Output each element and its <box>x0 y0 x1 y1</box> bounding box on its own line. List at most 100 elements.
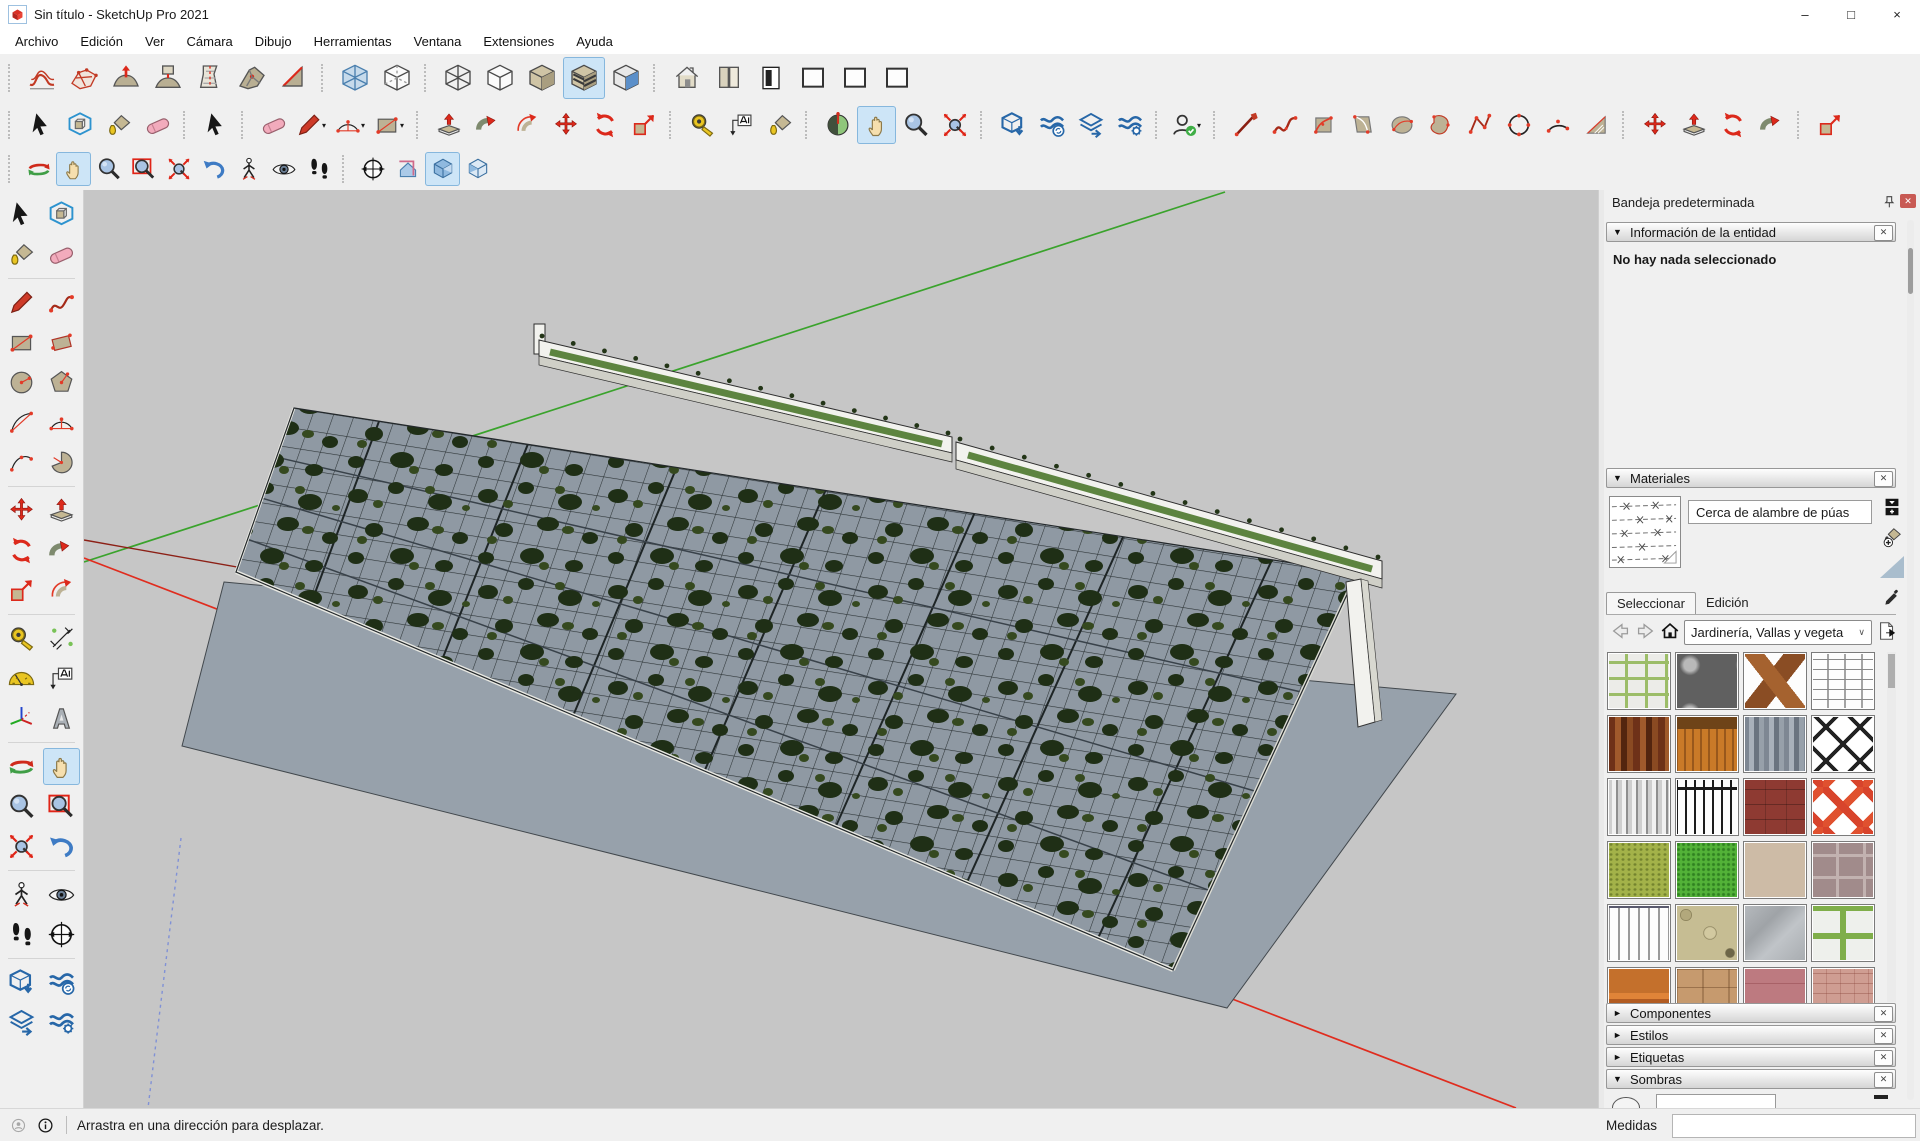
material-swatch-stone-blocks[interactable] <box>1675 652 1739 710</box>
tool-follow-me[interactable] <box>468 106 507 144</box>
material-swatch-wood-fence-lattice[interactable] <box>1675 715 1739 773</box>
material-swatch-wood-fence-dark[interactable] <box>1607 715 1671 773</box>
tool-wireframe-style[interactable] <box>437 57 479 99</box>
expand-triangle-icon[interactable]: ▼ <box>1613 227 1623 237</box>
toolbar-grip[interactable] <box>8 155 17 183</box>
material-swatch-wood-weathered[interactable] <box>1743 715 1807 773</box>
toolbar-grip[interactable] <box>1155 111 1164 139</box>
tool-pan[interactable] <box>56 152 91 186</box>
tool-walk[interactable] <box>301 152 336 186</box>
tab-seleccionar[interactable]: Seleccionar <box>1606 592 1696 614</box>
toolbar-grip[interactable] <box>424 64 433 92</box>
material-swatch-gravel[interactable] <box>1743 841 1807 899</box>
toolbar-grip[interactable] <box>653 64 662 92</box>
tool-look-around[interactable] <box>266 152 301 186</box>
tool-sync-settings[interactable] <box>43 1004 80 1041</box>
tool-orbit[interactable] <box>3 748 40 785</box>
maximize-button[interactable]: □ <box>1828 0 1874 28</box>
tool-terrain-from-contours[interactable] <box>21 57 63 99</box>
tool-zoom-extents[interactable] <box>3 828 40 865</box>
tool-back-view[interactable] <box>834 57 876 99</box>
close-section-icon[interactable]: ✕ <box>1874 1050 1893 1066</box>
dropdown-arrow-icon[interactable]: ▾ <box>1197 121 1205 130</box>
material-swatch-stone-mosaic[interactable] <box>1675 904 1739 962</box>
toolbar-grip[interactable] <box>416 111 425 139</box>
tool-ortho-cube-view[interactable] <box>460 152 495 186</box>
tool-text[interactable] <box>721 106 760 144</box>
tool-tape-measure[interactable] <box>682 106 721 144</box>
tool-zoom-extents[interactable] <box>935 106 974 144</box>
tool-orbit[interactable] <box>21 152 56 186</box>
nav-back-icon[interactable] <box>1610 620 1632 642</box>
expand-triangle-icon[interactable]: ► <box>1613 1052 1623 1062</box>
tool-position-camera[interactable] <box>3 876 40 913</box>
tool-axes-compass[interactable] <box>43 916 80 953</box>
material-swatch-pavers-mauve[interactable] <box>1811 841 1875 899</box>
tool-xray-style[interactable] <box>334 57 376 99</box>
tool-axes[interactable] <box>3 700 40 737</box>
close-section-icon[interactable]: ✕ <box>1874 225 1893 241</box>
section-header-tags[interactable]: ► Etiquetas ✕ <box>1606 1047 1896 1067</box>
material-swatch-brick-pink[interactable] <box>1811 967 1875 1003</box>
toolbar-grip[interactable] <box>669 111 678 139</box>
tool-line[interactable]: ▾ <box>293 106 332 144</box>
materials-scrollbar[interactable] <box>1887 652 1896 1002</box>
details-icon[interactable] <box>1876 620 1898 642</box>
tool-eraser[interactable] <box>138 106 177 144</box>
material-swatch-pavers-moss-blocks[interactable] <box>1811 904 1875 962</box>
tool-follow-me[interactable] <box>43 532 80 569</box>
close-section-icon[interactable]: ✕ <box>1874 471 1893 487</box>
tool-hidden-line-style[interactable] <box>479 57 521 99</box>
tool-smoove[interactable] <box>105 57 147 99</box>
menu-camara[interactable]: Cámara <box>176 30 244 53</box>
menu-extensiones[interactable]: Extensiones <box>472 30 565 53</box>
tool-rotate[interactable] <box>585 106 624 144</box>
expand-triangle-icon[interactable]: ▼ <box>1613 473 1623 483</box>
section-header-materials[interactable]: ▼ Materiales ✕ <box>1606 468 1896 488</box>
tool-section-view[interactable] <box>390 152 425 186</box>
tool-walk[interactable] <box>3 916 40 953</box>
tool-rectangle[interactable] <box>3 324 40 361</box>
tool-left-view[interactable] <box>876 57 918 99</box>
toolbar-grip[interactable] <box>980 111 989 139</box>
tool-rotate[interactable] <box>3 532 40 569</box>
tool-line[interactable] <box>3 284 40 321</box>
material-swatch-terracotta[interactable] <box>1607 967 1671 1003</box>
material-swatch-pavers-white-moss[interactable] <box>1607 652 1671 710</box>
tool-layers-export[interactable] <box>1071 106 1110 144</box>
home-icon[interactable] <box>1659 620 1681 642</box>
shadow-toggle-icon[interactable] <box>1612 1097 1640 1108</box>
tool-eraser[interactable] <box>254 106 293 144</box>
tool-polygon[interactable] <box>43 364 80 401</box>
tool-scale[interactable] <box>624 106 663 144</box>
sample-paint-icon[interactable] <box>1880 556 1904 578</box>
material-swatch-safety-mesh-orange[interactable] <box>1811 778 1875 836</box>
material-swatch-stone-gray[interactable] <box>1743 904 1807 962</box>
tool-shaded-style[interactable] <box>521 57 563 99</box>
tool-add-detail[interactable] <box>231 57 273 99</box>
toolbar-grip[interactable] <box>241 111 250 139</box>
tool-previous-view[interactable] <box>43 828 80 865</box>
geolocate-icon[interactable] <box>10 1117 27 1134</box>
expand-triangle-icon[interactable]: ▼ <box>1613 1074 1623 1084</box>
tool-layers-export[interactable] <box>3 1004 40 1041</box>
tool-pan[interactable] <box>43 748 80 785</box>
toolbar-grip[interactable] <box>1213 111 1222 139</box>
tool-terrain-from-scratch[interactable] <box>63 57 105 99</box>
shadows-timezone-select[interactable] <box>1656 1094 1776 1108</box>
toolbar-grip[interactable] <box>1797 111 1806 139</box>
tool-make-component[interactable] <box>43 196 80 233</box>
tool-pie[interactable] <box>43 444 80 481</box>
dropdown-arrow-icon[interactable]: ▾ <box>322 121 330 130</box>
menu-edicion[interactable]: Edición <box>69 30 134 53</box>
tool-paint-bucket[interactable] <box>760 106 799 144</box>
close-section-icon[interactable]: ✕ <box>1874 1006 1893 1022</box>
tool-style-sync[interactable] <box>43 964 80 1001</box>
tool-curve-blob[interactable] <box>1421 106 1460 144</box>
material-swatch-pavers-tan[interactable] <box>1675 967 1739 1003</box>
tool-rotate[interactable] <box>1713 106 1752 144</box>
tool-select[interactable] <box>21 106 60 144</box>
tool-push-pull[interactable] <box>43 492 80 529</box>
tool-scale[interactable] <box>3 572 40 609</box>
tool-top-view[interactable] <box>708 57 750 99</box>
